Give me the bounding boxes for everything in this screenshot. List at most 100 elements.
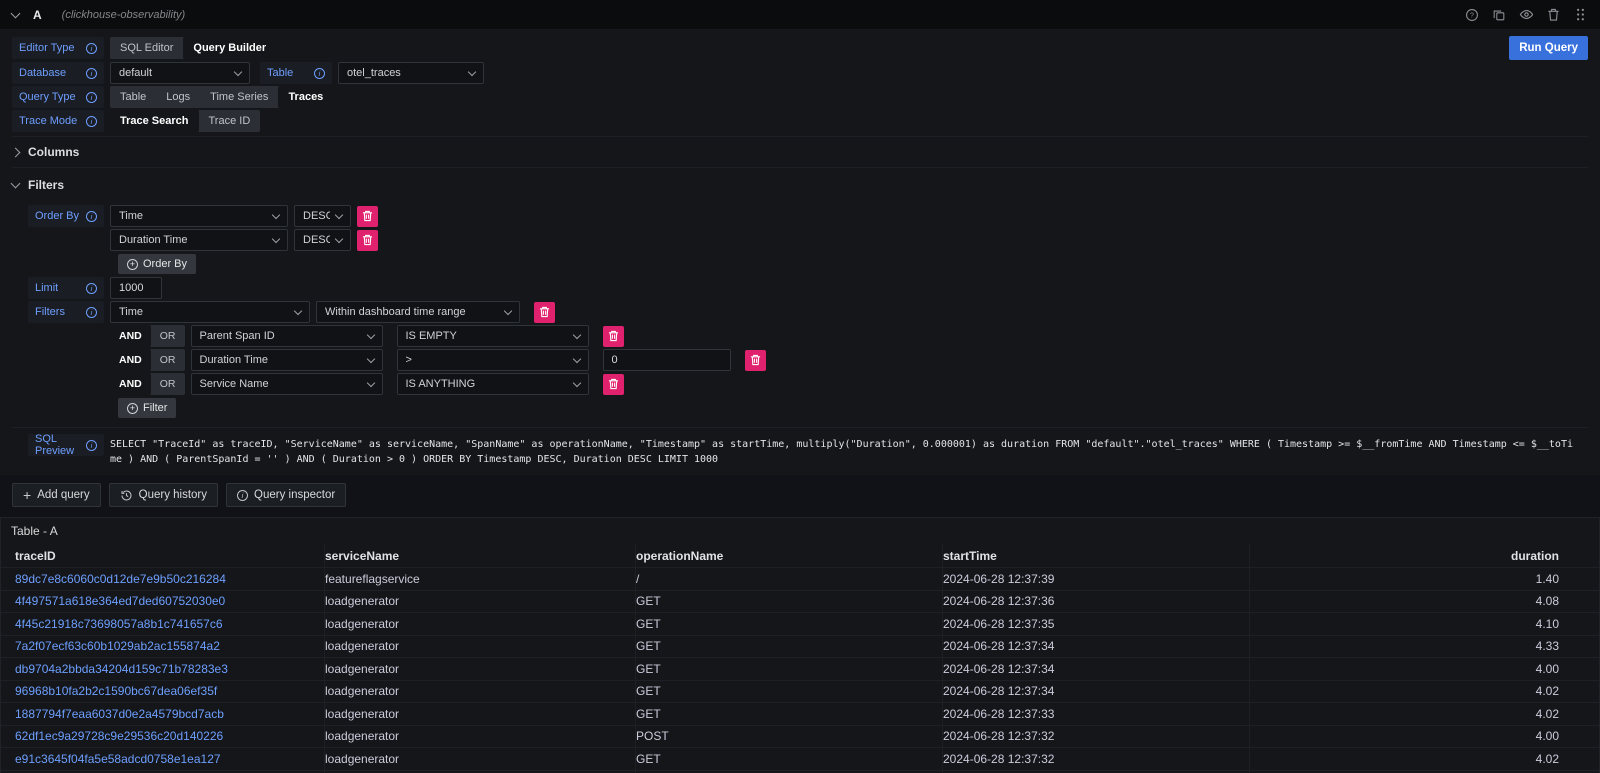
trace-id-link[interactable]: 62df1ec9a29728c9e29536c20d140226 [15,729,223,743]
table-panel: Table - A traceID serviceName operationN… [0,517,1600,773]
chevron-down-icon [335,234,343,242]
run-query-button[interactable]: Run Query [1509,36,1588,60]
and-button[interactable]: AND [110,349,151,371]
order-by-direction-select[interactable]: DESC [294,205,351,227]
history-icon [120,489,133,502]
info-icon[interactable] [86,43,97,54]
trash-icon [362,234,373,246]
info-icon[interactable] [86,92,97,103]
info-icon[interactable] [86,211,97,222]
trace-id-link[interactable]: 7a2f07ecf63c60b1029ab2ac155874a2 [15,639,220,653]
columns-section-toggle[interactable]: Columns [12,140,1588,164]
query-type-logs-option[interactable]: Logs [156,86,200,108]
query-editor: Editor Type SQL Editor Query Builder Run… [0,30,1600,475]
column-header-operationname[interactable]: operationName [636,544,943,567]
table-row: 96968b10fa2b2c1590bc67dea06ef35f loadgen… [1,681,1599,704]
order-by-field-select[interactable]: Duration Time [110,229,288,251]
info-icon[interactable] [86,116,97,127]
order-by-row: Order By Time DESC [12,205,1588,227]
database-select[interactable]: default [110,62,250,84]
plus-circle-icon [127,259,138,270]
filter-operator-select[interactable]: > [397,349,589,371]
operation-name-cell: GET [636,703,943,725]
query-builder-option[interactable]: Query Builder [183,37,276,59]
order-by-direction-select[interactable]: DESC [294,229,351,251]
duration-cell: 4.33 [1250,636,1599,658]
column-header-starttime[interactable]: startTime [943,544,1250,567]
trace-id-link[interactable]: 89dc7e8c6060c0d12de7e9b50c216284 [15,572,226,586]
and-button[interactable]: AND [110,373,151,395]
delete-order-by-button[interactable] [357,206,378,227]
info-icon[interactable] [314,68,325,79]
chevron-down-icon [366,330,374,338]
limit-label: Limit [28,277,104,299]
trace-id-link[interactable]: 1887794f7eaa6037d0e2a4579bcd7acb [15,707,224,721]
eye-icon[interactable] [1518,7,1534,23]
duplicate-query-icon[interactable] [1491,7,1507,23]
column-header-servicename[interactable]: serviceName [325,544,636,567]
info-icon[interactable] [86,307,97,318]
sql-editor-option[interactable]: SQL Editor [110,37,183,59]
info-icon[interactable] [86,283,97,294]
or-button[interactable]: OR [151,373,185,395]
info-icon[interactable] [86,440,97,451]
add-filter-button[interactable]: Filter [118,398,176,418]
start-time-cell: 2024-06-28 12:37:34 [943,658,1250,680]
filter-operator-select[interactable]: Within dashboard time range [316,301,520,323]
delete-filter-button[interactable] [745,350,766,371]
delete-order-by-button[interactable] [357,230,378,251]
query-history-button[interactable]: Query history [109,483,218,507]
or-button[interactable]: OR [151,325,185,347]
query-type-toggle: Table Logs Time Series Traces [110,86,333,108]
trace-id-option[interactable]: Trace ID [199,110,261,132]
filter-field-select[interactable]: Service Name [191,373,383,395]
info-icon[interactable] [86,68,97,79]
query-inspector-button[interactable]: Query inspector [226,483,346,507]
service-name-cell: loadgenerator [325,613,636,635]
filter-value-input[interactable] [603,349,731,371]
table-row: db9704a2bbda34204d159c71b78283e3 loadgen… [1,658,1599,681]
delete-filter-button[interactable] [534,302,555,323]
start-time-cell: 2024-06-28 12:37:34 [943,681,1250,703]
collapse-query-chevron-icon[interactable] [11,8,21,18]
plus-circle-icon [127,403,138,414]
duration-cell: 4.02 [1250,681,1599,703]
order-by-field-select[interactable]: Time [110,205,288,227]
filter-operator-select[interactable]: IS EMPTY [397,325,589,347]
query-type-traces-option[interactable]: Traces [278,86,333,108]
trace-id-link[interactable]: 4f497571a618e364ed7ded60752030e0 [15,594,225,608]
service-name-cell: loadgenerator [325,726,636,748]
limit-input[interactable] [110,277,162,299]
query-type-timeseries-option[interactable]: Time Series [200,86,278,108]
trace-id-link[interactable]: 96968b10fa2b2c1590bc67dea06ef35f [15,684,217,698]
table-select[interactable]: otel_traces [338,62,484,84]
and-button[interactable]: AND [110,325,151,347]
add-query-button[interactable]: + Add query [12,483,101,507]
filters-section-toggle[interactable]: Filters [12,173,1588,197]
duration-cell: 4.02 [1250,703,1599,725]
trace-id-link[interactable]: 4f45c21918c73698057a8b1c741657c6 [15,617,223,631]
filter-operator-select[interactable]: IS ANYTHING [397,373,589,395]
delete-filter-button[interactable] [603,374,624,395]
duration-cell: 4.10 [1250,613,1599,635]
service-name-cell: loadgenerator [325,591,636,613]
trace-id-link[interactable]: e91c3645f04fa5e58adcd0758e1ea127 [15,752,221,766]
operation-name-cell: / [636,568,943,590]
filter-field-select[interactable]: Duration Time [191,349,383,371]
filters-label: Filters [28,301,104,323]
duration-cell: 1.40 [1250,568,1599,590]
filter-field-select[interactable]: Time [110,301,310,323]
database-label: Database [12,62,104,84]
add-order-by-button[interactable]: Order By [118,254,196,274]
help-icon[interactable]: ? [1464,7,1480,23]
query-type-table-option[interactable]: Table [110,86,156,108]
trace-id-link[interactable]: db9704a2bbda34204d159c71b78283e3 [15,662,228,676]
filter-field-select[interactable]: Parent Span ID [191,325,383,347]
trace-search-option[interactable]: Trace Search [110,110,199,132]
remove-query-trash-icon[interactable] [1545,7,1561,23]
delete-filter-button[interactable] [603,326,624,347]
column-header-traceid[interactable]: traceID [15,544,325,567]
column-header-duration[interactable]: duration [1250,544,1599,567]
drag-handle[interactable] [1572,7,1588,23]
or-button[interactable]: OR [151,349,185,371]
